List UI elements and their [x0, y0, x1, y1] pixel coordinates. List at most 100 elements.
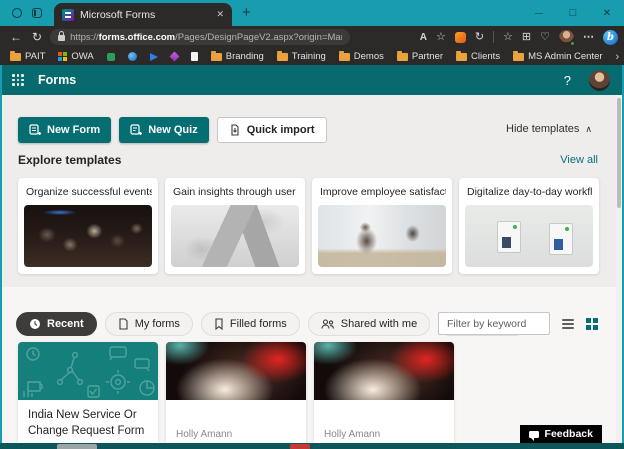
bookmark-pait[interactable]: PAIT [10, 51, 45, 62]
form-card-untitled-2[interactable]: Holly Amann [314, 342, 454, 446]
bookmark-demos[interactable]: Demos [339, 51, 384, 62]
blue-app-icon [128, 52, 137, 61]
taskbar-item [290, 444, 310, 449]
copilot-icon[interactable]: b [603, 30, 618, 45]
bookmark-training[interactable]: Training [277, 51, 326, 62]
scrollbar-thumb[interactable] [617, 98, 621, 208]
bookmark-branding[interactable]: Branding [211, 51, 264, 62]
templates-section: New Form New Quiz Quick import Hide temp… [0, 95, 624, 287]
bookmark-label: Training [292, 51, 326, 62]
folder-icon [513, 53, 524, 61]
tab-filled-forms[interactable]: Filled forms [201, 312, 300, 336]
new-form-button[interactable]: New Form [18, 117, 111, 143]
quick-import-button[interactable]: Quick import [217, 117, 327, 143]
maximize-button[interactable] [556, 0, 590, 26]
view-all-link[interactable]: View all [560, 154, 598, 166]
feedback-bubble-icon [529, 431, 539, 438]
template-card-insights[interactable]: Gain insights through user r... [165, 178, 305, 274]
lab-machine-illustration [549, 223, 573, 255]
list-view-icon[interactable] [562, 319, 574, 329]
explore-row: Explore templates View all [18, 153, 598, 167]
bookmark-arrow-app[interactable] [150, 53, 158, 61]
bookmark-partner[interactable]: Partner [397, 51, 443, 62]
extension-orange-icon[interactable] [455, 32, 466, 43]
lock-icon[interactable] [58, 35, 65, 41]
add-favorite-icon[interactable] [436, 32, 446, 43]
toolbar-divider [493, 31, 494, 43]
template-image-theater [24, 205, 152, 267]
template-image-office [318, 205, 446, 267]
tab-label: My forms [135, 318, 180, 330]
back-icon[interactable] [10, 30, 22, 44]
bookmark-diamond-app[interactable] [171, 53, 178, 60]
settings-menu-icon[interactable] [583, 32, 594, 43]
bookmark-ms-admin-center[interactable]: MS Admin Center [513, 51, 602, 62]
app-launcher-icon[interactable] [12, 74, 24, 86]
refresh-icon[interactable] [32, 30, 42, 44]
hide-templates-label: Hide templates [506, 123, 579, 135]
library-section: Recent My forms Filled forms Shared with… [0, 287, 624, 443]
help-icon[interactable]: ? [564, 73, 571, 88]
template-card-satisfaction[interactable]: Improve employee satisfaction [312, 178, 452, 274]
url-field[interactable]: https://forms.office.com/Pages/DesignPag… [50, 29, 350, 45]
tab-label: Filled forms [230, 318, 287, 330]
read-aloud-icon[interactable] [420, 32, 427, 43]
filter-row [438, 312, 598, 335]
create-actions: New Form New Quiz Quick import [18, 117, 327, 143]
microsoft-logo-icon [58, 52, 67, 61]
lab-machine-illustration [497, 221, 521, 253]
form-thumbnail-abstract [166, 342, 306, 400]
form-card-title [166, 400, 306, 408]
template-card-title: Digitalize day-to-day workfl... [465, 184, 593, 205]
feedback-label: Feedback [545, 428, 593, 440]
browser-tab[interactable]: Microsoft Forms [54, 3, 232, 26]
collections-icon[interactable] [522, 32, 531, 43]
bookmark-owa[interactable]: OWA [58, 51, 93, 62]
new-quiz-icon [130, 124, 142, 136]
diamond-app-icon [169, 52, 179, 62]
bookmark-blue-app[interactable] [128, 52, 137, 61]
new-quiz-button[interactable]: New Quiz [119, 117, 209, 143]
bookmark-label: Demos [354, 51, 384, 62]
address-bar: https://forms.office.com/Pages/DesignPag… [0, 26, 624, 48]
template-card-title: Improve employee satisfaction [318, 184, 446, 205]
bookmark-label: MS Admin Center [528, 51, 602, 62]
vertical-tabs-icon[interactable] [32, 8, 42, 18]
template-card-events[interactable]: Organize successful events [18, 178, 158, 274]
presence-dot [570, 41, 575, 46]
account-avatar[interactable] [589, 70, 610, 91]
form-card-india-service[interactable]: India New Service Or Change Request Form [18, 342, 158, 446]
bookmarks-overflow-icon[interactable] [616, 51, 620, 63]
extension-c-icon[interactable] [475, 32, 484, 43]
hide-templates-toggle[interactable]: Hide templates [506, 123, 592, 135]
grid-view-icon[interactable] [586, 318, 598, 330]
feedback-button[interactable]: Feedback [520, 425, 602, 443]
doodle-icons [18, 342, 158, 400]
form-card-title: India New Service Or Change Request Form [18, 400, 158, 439]
browser-essentials-icon[interactable] [540, 32, 550, 43]
folder-icon [277, 53, 288, 61]
filter-input[interactable] [438, 312, 550, 335]
explore-templates-heading: Explore templates [18, 153, 121, 167]
close-window-button[interactable] [590, 0, 624, 26]
workspaces-icon[interactable] [12, 8, 22, 18]
document-icon [191, 52, 198, 61]
url-domain: forms.office.com [99, 32, 176, 43]
toolbar-icons: b [420, 30, 618, 45]
quick-import-label: Quick import [247, 124, 315, 136]
template-card-digitalize[interactable]: Digitalize day-to-day workfl... [459, 178, 599, 274]
tab-my-forms[interactable]: My forms [105, 312, 193, 336]
favorites-hub-icon[interactable] [503, 32, 513, 43]
people-icon [321, 318, 335, 330]
browser-profile-avatar[interactable] [559, 30, 574, 45]
bookmark-label: OWA [71, 51, 93, 62]
bookmark-doc[interactable] [191, 52, 198, 61]
bookmark-green-app[interactable] [107, 53, 115, 61]
tab-shared-with-me[interactable]: Shared with me [308, 312, 430, 336]
form-card-untitled-1[interactable]: Holly Amann [166, 342, 306, 446]
new-tab-button[interactable] [242, 4, 251, 22]
tab-close-icon[interactable] [216, 9, 224, 20]
minimize-button[interactable] [522, 0, 556, 26]
bookmark-clients[interactable]: Clients [456, 51, 500, 62]
tab-recent[interactable]: Recent [16, 312, 97, 336]
